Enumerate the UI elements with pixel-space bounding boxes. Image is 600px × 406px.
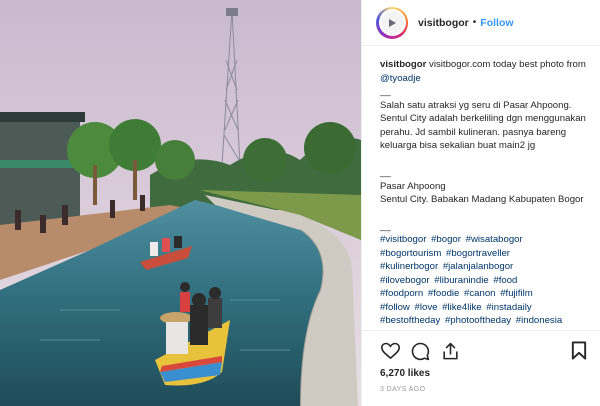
profile-username[interactable]: visitbogor (418, 17, 469, 29)
hashtag[interactable]: #canon (464, 288, 495, 299)
hashtag[interactable]: #love (415, 302, 438, 313)
play-logo-icon (389, 18, 396, 27)
hashtag[interactable]: #bogor (431, 234, 461, 245)
hashtag-list: __ #visitbogor #bogor #wisatabogor #bogo… (380, 220, 594, 328)
hashtag[interactable]: #kulinerbogor (380, 261, 438, 272)
hashtag[interactable]: #foodie (428, 288, 459, 299)
post-side-panel: visitbogor • Follow visitbogor visitbogo… (361, 0, 600, 406)
caption-divider: __ (380, 167, 391, 178)
hashtag[interactable]: #ilovebogor (380, 275, 430, 286)
hashtag[interactable]: #bestoftheday (380, 315, 440, 326)
hashtag[interactable]: #jalanjalanbogor (443, 261, 513, 272)
hashtag[interactable]: #indonesia (516, 315, 562, 326)
post-header: visitbogor • Follow (362, 0, 600, 46)
caption-location-1: Pasar Ahpoong (380, 180, 446, 192)
hashtag[interactable]: #bogortraveller (446, 248, 510, 259)
follow-button[interactable]: Follow (480, 17, 513, 29)
hashtag[interactable]: #visitbogor (380, 234, 426, 245)
hashtag[interactable]: #photooftheday (445, 315, 511, 326)
hashtag[interactable]: #like4like (442, 302, 481, 313)
hashtag[interactable]: #follow (380, 302, 410, 313)
hashtag[interactable]: #instadaily (486, 302, 531, 313)
hashtag[interactable]: #fujifilm (500, 288, 533, 299)
hashtag[interactable]: #wisatabogor (466, 234, 523, 245)
hashtag[interactable]: #foodporn (380, 288, 423, 299)
caption-divider: __ (380, 86, 391, 97)
heart-icon (380, 342, 400, 360)
share-button[interactable] (440, 341, 460, 361)
post-timestamp: 3 DAYS AGO (380, 386, 426, 393)
post-photo[interactable] (0, 0, 361, 406)
comment-icon (411, 342, 429, 360)
caption-intro: visitbogor.com today best photo from (429, 59, 586, 70)
caption-username[interactable]: visitbogor (380, 59, 426, 70)
like-count[interactable]: 6,270 likes (380, 368, 430, 379)
like-button[interactable] (380, 341, 400, 361)
share-icon (442, 342, 458, 359)
post-footer: 6,270 likes 3 DAYS AGO (362, 330, 600, 406)
hashtag[interactable]: #liburanindie (434, 275, 488, 286)
caption-paragraph: Salah satu atraksi yg seru di Pasar Ahpo… (380, 99, 586, 152)
save-button[interactable] (571, 341, 589, 361)
separator-dot: • (472, 17, 477, 28)
caption-mention[interactable]: @tyoadje (380, 73, 421, 84)
bookmark-icon (571, 341, 587, 360)
caption-location-2: Sentul City. Babakan Madang Kabupaten Bo… (380, 194, 584, 205)
comment-button[interactable] (410, 341, 430, 361)
hashtag[interactable]: #bogortourism (380, 248, 441, 259)
action-bar (380, 341, 460, 361)
canal-boat-photo (0, 0, 361, 406)
caption-divider: __ (380, 220, 391, 232)
avatar[interactable] (376, 6, 408, 39)
hashtag[interactable]: #food (493, 275, 517, 286)
post-caption: visitbogor visitbogor.com today best pho… (380, 58, 594, 328)
